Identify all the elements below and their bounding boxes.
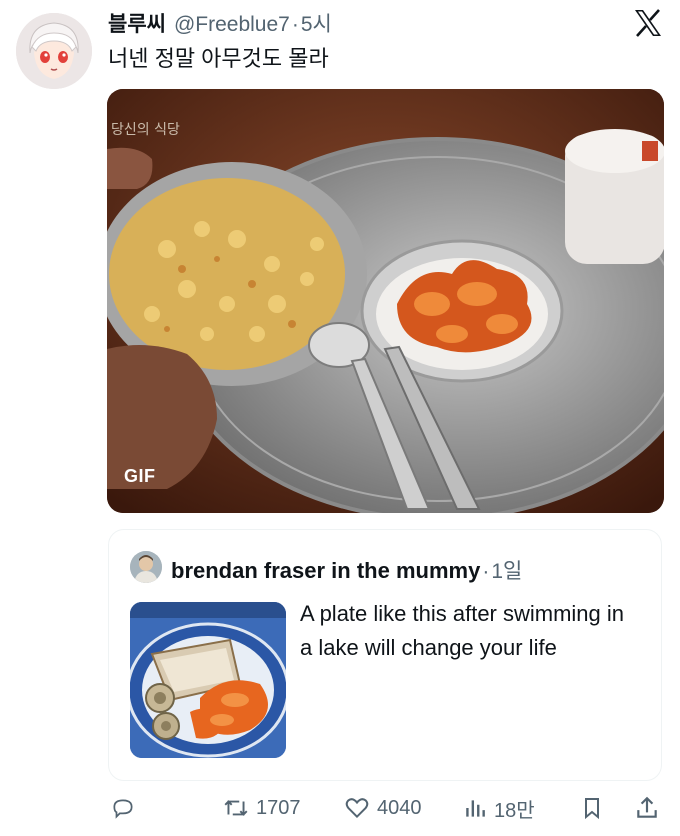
- avatar-illustration: [16, 13, 92, 89]
- heart-icon: [345, 798, 369, 819]
- post-time[interactable]: 5시: [301, 8, 332, 38]
- views-button[interactable]: 18만: [462, 790, 535, 826]
- quoted-separator: ·: [482, 560, 490, 583]
- author-handle[interactable]: @Freeblue7: [174, 13, 290, 37]
- reply-icon: [113, 799, 133, 819]
- quoted-header: brendan fraser in the mummy · 1일: [171, 555, 522, 585]
- quoted-author-avatar[interactable]: [130, 551, 162, 583]
- quoted-text: A plate like this after swimming in a la…: [300, 601, 625, 660]
- gif-badge: GIF: [124, 466, 156, 486]
- action-bar: 1707 4040 18만: [0, 790, 680, 830]
- tweet-text: 너넨 정말 아무것도 몰라: [108, 46, 329, 71]
- author-avatar[interactable]: [16, 13, 92, 89]
- quoted-media-thumbnail[interactable]: [130, 602, 286, 758]
- repost-count: 1707: [256, 796, 301, 819]
- x-logo-icon[interactable]: [633, 8, 663, 38]
- tweet-header: 블루씨 @Freeblue7 · 5시: [108, 8, 332, 38]
- views-count: 18만: [494, 799, 535, 822]
- share-button[interactable]: [634, 790, 660, 826]
- header-separator: ·: [291, 13, 299, 36]
- food-tray-illustration: 당신의 식당: [107, 89, 664, 513]
- reply-button[interactable]: [110, 790, 142, 826]
- plate-photo: [130, 602, 286, 758]
- media-watermark: 당신의 식당: [111, 122, 180, 138]
- quoted-time[interactable]: 1일: [491, 555, 522, 585]
- bookmark-icon: [585, 798, 599, 820]
- quoted-tweet-card[interactable]: brendan fraser in the mummy · 1일 A plate…: [108, 529, 662, 781]
- share-icon: [637, 796, 657, 818]
- quoted-avatar-photo: [130, 551, 162, 583]
- repost-button[interactable]: 1707: [222, 790, 301, 826]
- quoted-author-name[interactable]: brendan fraser in the mummy: [171, 558, 480, 584]
- views-icon: [466, 800, 485, 817]
- tweet-media-gif[interactable]: 당신의 식당: [107, 89, 664, 513]
- bookmark-button[interactable]: [580, 790, 604, 826]
- like-count: 4040: [377, 796, 422, 819]
- repost-icon: [224, 800, 248, 816]
- like-button[interactable]: 4040: [343, 790, 422, 826]
- author-name[interactable]: 블루씨: [108, 8, 166, 38]
